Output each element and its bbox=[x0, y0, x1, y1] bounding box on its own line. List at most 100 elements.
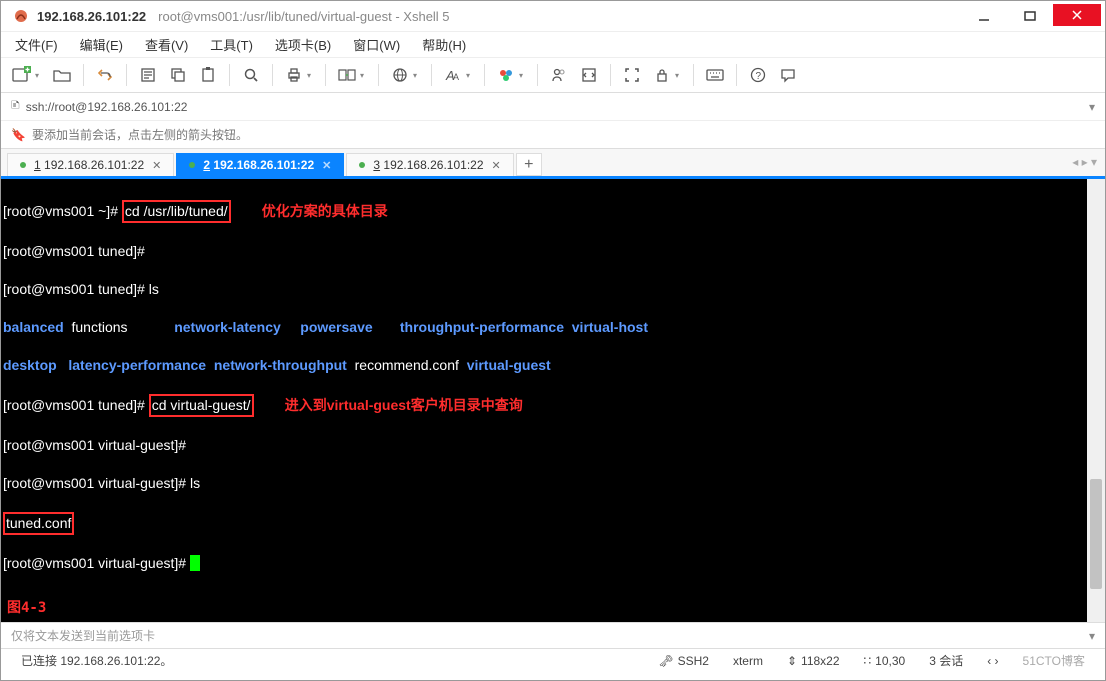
close-icon[interactable]: ✕ bbox=[492, 159, 501, 172]
dir-entry: virtual-guest bbox=[467, 357, 551, 373]
menu-window[interactable]: 窗口(W) bbox=[349, 33, 404, 56]
chat-icon[interactable] bbox=[775, 62, 801, 88]
hint-bar: 🔖 要添加当前会话，点击左侧的箭头按钮。 bbox=[1, 121, 1105, 149]
address-bar: 🗈 ssh://root@192.168.26.101:22 ▾ bbox=[1, 93, 1105, 121]
cursor bbox=[190, 555, 200, 571]
send-input-bar[interactable]: 仅将文本发送到当前选项卡 ▾ bbox=[1, 622, 1105, 648]
statusbar: 已连接 192.168.26.101:22。 🗝 SSH2 xterm ⇕ 11… bbox=[1, 648, 1105, 672]
send-placeholder: 仅将文本发送到当前选项卡 bbox=[11, 627, 155, 644]
dir-entry: throughput-performance bbox=[400, 319, 564, 335]
help-icon[interactable]: ? bbox=[745, 62, 771, 88]
menubar: 文件(F) 编辑(E) 查看(V) 工具(T) 选项卡(B) 窗口(W) 帮助(… bbox=[1, 31, 1105, 57]
dir-entry: powersave bbox=[300, 319, 372, 335]
hint-icon[interactable]: 🔖 bbox=[11, 128, 26, 142]
menu-tab[interactable]: 选项卡(B) bbox=[271, 33, 335, 56]
status-size: ⇕ 118x22 bbox=[777, 654, 850, 668]
lock-icon: 🗈 bbox=[11, 96, 20, 117]
menu-edit[interactable]: 编辑(E) bbox=[76, 33, 127, 56]
tab-session-1[interactable]: 1 192.168.26.101:22 ✕ bbox=[7, 153, 174, 176]
globe-icon[interactable] bbox=[387, 62, 413, 88]
scrollbar[interactable] bbox=[1087, 179, 1105, 622]
app-icon bbox=[13, 8, 29, 24]
new-session-icon[interactable] bbox=[9, 62, 35, 88]
search-icon[interactable] bbox=[238, 62, 264, 88]
svg-text:A: A bbox=[453, 72, 459, 82]
prompt: [root@vms001 tuned]# bbox=[3, 397, 149, 413]
scrollbar-thumb[interactable] bbox=[1090, 479, 1102, 589]
copy-icon[interactable] bbox=[165, 62, 191, 88]
annotation: 进入到virtual-guest客户机目录中查询 bbox=[285, 397, 523, 413]
status-dot-icon bbox=[20, 162, 26, 168]
reconnect-icon[interactable] bbox=[92, 62, 118, 88]
title-path: root@vms001:/usr/lib/tuned/virtual-guest… bbox=[158, 9, 449, 24]
open-session-icon[interactable] bbox=[49, 62, 75, 88]
chevron-down-icon[interactable]: ▾ bbox=[675, 71, 685, 80]
status-sessions: 3 会话 bbox=[919, 652, 973, 669]
close-icon[interactable]: ✕ bbox=[152, 159, 161, 172]
menu-help[interactable]: 帮助(H) bbox=[418, 33, 470, 56]
file-entry: functions bbox=[71, 319, 127, 335]
chevron-down-icon[interactable]: ▾ bbox=[360, 71, 370, 80]
prompt: [root@vms001 ~]# bbox=[3, 203, 122, 219]
file-entry: recommend.conf bbox=[355, 357, 459, 373]
svg-text:?: ? bbox=[756, 71, 762, 82]
add-tab-button[interactable]: + bbox=[516, 153, 542, 176]
menu-view[interactable]: 查看(V) bbox=[141, 33, 192, 56]
chevron-down-icon[interactable]: ▾ bbox=[307, 71, 317, 80]
keyboard-icon[interactable] bbox=[702, 62, 728, 88]
tab-session-3[interactable]: 3 192.168.26.101:22 ✕ bbox=[346, 153, 513, 176]
chevron-icon[interactable]: ‹ › bbox=[977, 654, 1008, 668]
address-text[interactable]: ssh://root@192.168.26.101:22 bbox=[26, 100, 1083, 114]
users-icon[interactable] bbox=[546, 62, 572, 88]
prompt: [root@vms001 tuned]# bbox=[3, 242, 1103, 261]
chevron-down-icon[interactable]: ▾ bbox=[35, 71, 45, 80]
font-icon[interactable]: AA bbox=[440, 62, 466, 88]
watermark: 51CTO博客 bbox=[1013, 652, 1095, 669]
toolbar: ▾ ▾ ▾ ▾ AA ▾ ▾ ▾ ? bbox=[1, 57, 1105, 93]
prompt: [root@vms001 virtual-guest]# bbox=[3, 436, 1103, 455]
prompt: [root@vms001 tuned]# ls bbox=[3, 280, 1103, 299]
titlebar: 192.168.26.101:22 root@vms001:/usr/lib/t… bbox=[1, 1, 1105, 31]
status-connection: 已连接 192.168.26.101:22。 bbox=[11, 652, 182, 669]
prompt: [root@vms001 virtual-guest]# ls bbox=[3, 474, 1103, 493]
lock-icon[interactable] bbox=[649, 62, 675, 88]
color-icon[interactable] bbox=[493, 62, 519, 88]
chevron-down-icon[interactable]: ▾ bbox=[466, 71, 476, 80]
terminal[interactable]: [root@vms001 ~]# cd /usr/lib/tuned/ 优化方案… bbox=[1, 179, 1105, 622]
transfer-icon[interactable] bbox=[334, 62, 360, 88]
properties-icon[interactable] bbox=[135, 62, 161, 88]
dir-entry: network-latency bbox=[174, 319, 281, 335]
status-termtype: xterm bbox=[723, 654, 773, 668]
minimize-button[interactable] bbox=[961, 4, 1007, 28]
tab-session-2[interactable]: 2 192.168.26.101:22 ✕ bbox=[176, 153, 344, 176]
close-button[interactable] bbox=[1053, 4, 1101, 26]
tabstrip: 1 192.168.26.101:22 ✕ 2 192.168.26.101:2… bbox=[1, 149, 1105, 179]
paste-icon[interactable] bbox=[195, 62, 221, 88]
fullscreen-icon[interactable] bbox=[619, 62, 645, 88]
dir-entry: virtual-host bbox=[572, 319, 648, 335]
dir-entry: balanced bbox=[3, 319, 64, 335]
close-icon[interactable]: ✕ bbox=[322, 159, 331, 172]
chevron-down-icon[interactable]: ▾ bbox=[1089, 100, 1095, 114]
status-ssh: 🗝 SSH2 bbox=[648, 654, 719, 668]
title-host: 192.168.26.101:22 bbox=[37, 9, 146, 24]
status-dot-icon bbox=[189, 162, 195, 168]
highlighted-command: cd virtual-guest/ bbox=[149, 394, 254, 417]
status-dot-icon bbox=[359, 162, 365, 168]
maximize-button[interactable] bbox=[1007, 4, 1053, 28]
annotation: 优化方案的具体目录 bbox=[262, 203, 388, 219]
chevron-down-icon[interactable]: ▾ bbox=[413, 71, 423, 80]
figure-label: 图4-3 bbox=[7, 599, 46, 618]
tab-scroll-controls[interactable]: ◂ ▸ ▾ bbox=[1072, 155, 1097, 169]
chevron-down-icon[interactable]: ▾ bbox=[519, 71, 529, 80]
dir-entry: desktop bbox=[3, 357, 57, 373]
print-icon[interactable] bbox=[281, 62, 307, 88]
chevron-down-icon[interactable]: ▾ bbox=[1089, 629, 1095, 643]
highlighted-command: cd /usr/lib/tuned/ bbox=[122, 200, 231, 223]
script-icon[interactable] bbox=[576, 62, 602, 88]
prompt: [root@vms001 virtual-guest]# bbox=[3, 555, 190, 571]
menu-tools[interactable]: 工具(T) bbox=[206, 33, 257, 56]
hint-text: 要添加当前会话，点击左侧的箭头按钮。 bbox=[32, 126, 248, 143]
highlighted-file: tuned.conf bbox=[3, 512, 74, 535]
menu-file[interactable]: 文件(F) bbox=[11, 33, 62, 56]
